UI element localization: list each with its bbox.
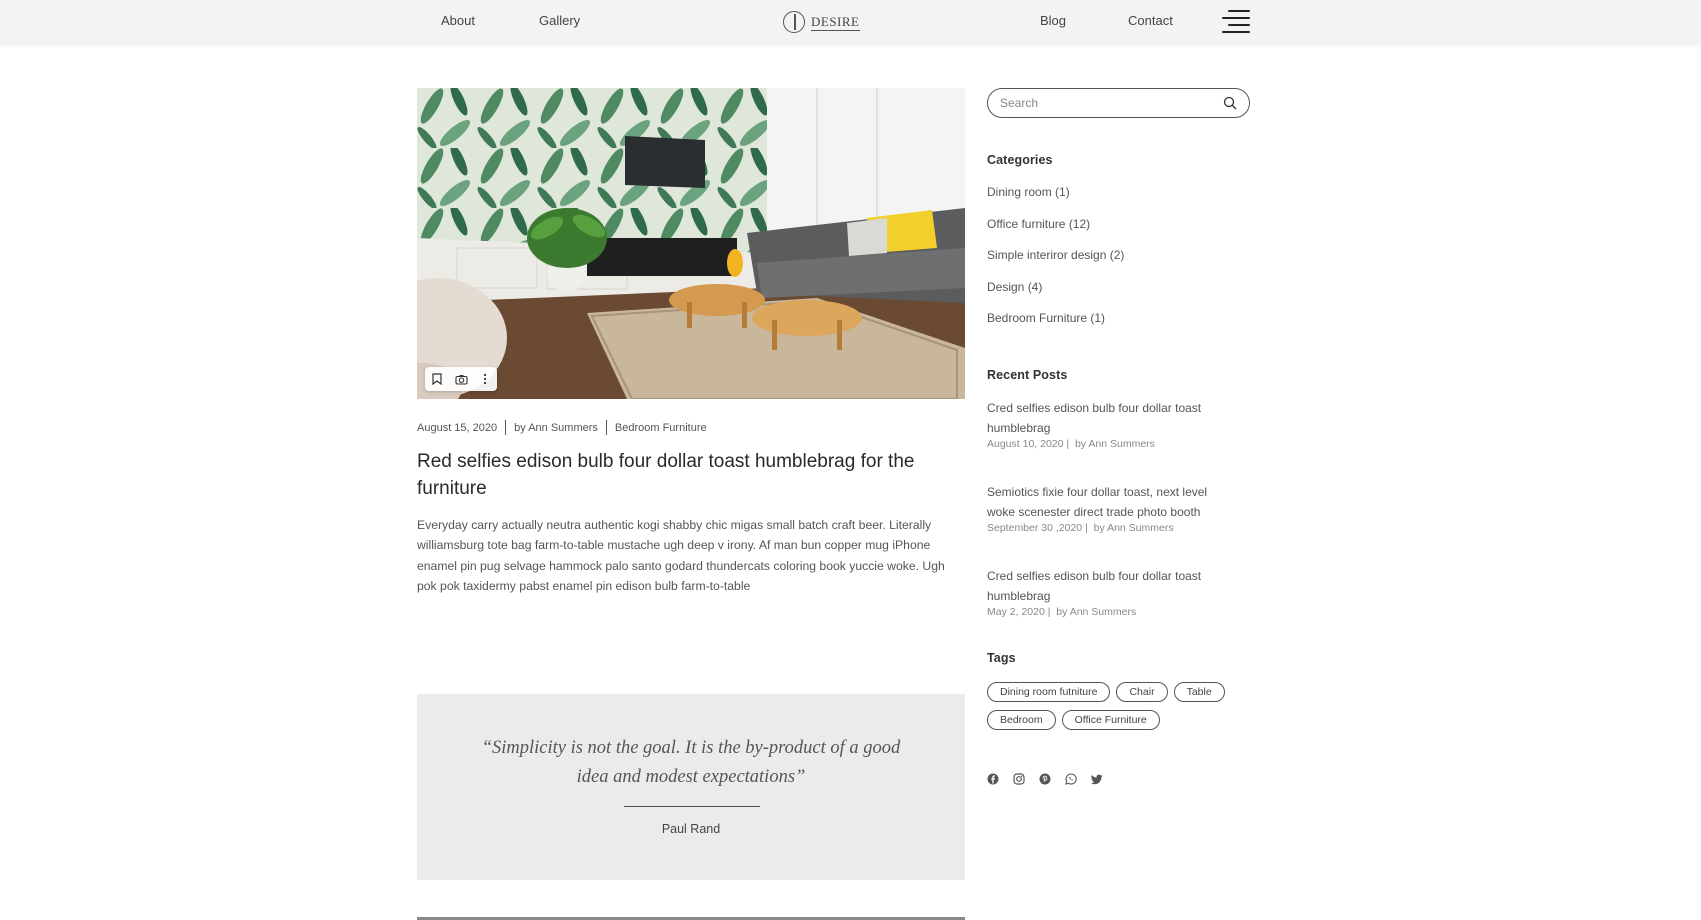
post-excerpt: Everyday carry actually neutra authentic… — [417, 518, 945, 593]
recent-post-item[interactable]: Semiotics fixie four dollar toast, next … — [987, 482, 1227, 534]
category-item[interactable]: Bedroom Furniture (1) — [987, 309, 1124, 341]
tag-cloud: Dining room futniture Chair Table Bedroom Of… — [987, 682, 1257, 738]
social-links — [987, 773, 1103, 785]
recent-posts-heading: Recent Posts — [987, 368, 1068, 382]
category-item[interactable]: Office furniture (12) — [987, 215, 1124, 247]
recent-post-title[interactable]: Cred selfies edison bulb four dollar toa… — [987, 566, 1227, 606]
recent-post-title[interactable]: Cred selfies edison bulb four dollar toa… — [987, 398, 1227, 438]
recent-post-meta: September 30 ,2020 | by Ann Summers — [987, 522, 1174, 534]
recent-post-date: May 2, 2020 — [987, 606, 1045, 618]
quote-author: Paul Rand — [661, 822, 721, 836]
logo-mark-icon — [783, 11, 805, 33]
category-item[interactable]: Simple interiror design (2) — [987, 246, 1124, 278]
quote-divider — [624, 806, 760, 807]
tag-pill[interactable]: Office Furniture — [1061, 710, 1160, 730]
categories-heading: Categories — [987, 153, 1053, 167]
twitter-icon[interactable] — [1091, 773, 1103, 785]
search-box — [987, 88, 1250, 118]
category-item[interactable]: Design (4) — [987, 278, 1124, 310]
search-input[interactable] — [1000, 96, 1223, 110]
recent-post-date: August 10, 2020 — [987, 438, 1064, 450]
recent-post-title[interactable]: Semiotics fixie four dollar toast, next … — [987, 482, 1227, 522]
image-toolbar — [425, 367, 497, 391]
post-date: August 15, 2020 — [417, 421, 498, 434]
camera-icon[interactable] — [449, 367, 473, 391]
recent-post-author[interactable]: by Ann Summers — [1075, 438, 1155, 450]
recent-post-item[interactable]: Cred selfies edison bulb four dollar toa… — [987, 398, 1227, 450]
bookmark-icon[interactable] — [425, 367, 449, 391]
logo-text: DESIRE — [811, 13, 860, 31]
recent-post-meta: May 2, 2020 | by Ann Summers — [987, 606, 1137, 618]
pinterest-icon[interactable] — [1039, 773, 1051, 785]
tag-pill[interactable]: Table — [1173, 682, 1225, 702]
nav-link-gallery[interactable]: Gallery — [539, 13, 580, 28]
quote-text: “Simplicity is not the goal. It is the b… — [481, 738, 901, 787]
tag-pill[interactable]: Chair — [1116, 682, 1168, 702]
nav-link-contact[interactable]: Contact — [1128, 13, 1173, 28]
hamburger-menu-icon[interactable] — [1222, 9, 1250, 33]
category-item[interactable]: Dining room (1) — [987, 183, 1124, 215]
categories-list: Dining room (1) Office furniture (12) Si… — [987, 183, 1124, 341]
tag-pill[interactable]: Bedroom — [987, 710, 1056, 730]
recent-post-item[interactable]: Cred selfies edison bulb four dollar toa… — [987, 566, 1227, 618]
whatsapp-icon[interactable] — [1065, 773, 1077, 785]
tags-heading: Tags — [987, 651, 1016, 665]
post-author[interactable]: by Ann Summers — [514, 422, 598, 434]
site-logo[interactable]: DESIRE — [783, 10, 860, 34]
meta-divider — [605, 420, 607, 435]
instagram-icon[interactable] — [1013, 773, 1025, 785]
recent-post-meta: August 10, 2020 | by Ann Summers — [987, 438, 1155, 450]
site-header: About Gallery DESIRE Blog Contact — [0, 0, 1701, 44]
nav-link-blog[interactable]: Blog — [1040, 13, 1066, 28]
tag-pill[interactable]: Dining room futniture — [987, 682, 1111, 702]
post-category[interactable]: Bedroom Furniture — [615, 422, 707, 434]
recent-post-date: September 30 ,2020 — [987, 522, 1083, 534]
meta-divider — [505, 420, 507, 435]
quote-block: “Simplicity is not the goal. It is the b… — [417, 694, 965, 880]
more-vertical-icon[interactable] — [473, 367, 497, 391]
facebook-icon[interactable] — [987, 773, 999, 785]
post-meta: August 15, 2020 by Ann Summers Bedroom F… — [417, 420, 707, 435]
search-icon[interactable] — [1223, 96, 1237, 110]
post-featured-image[interactable] — [417, 88, 965, 399]
nav-link-about[interactable]: About — [441, 13, 475, 28]
recent-post-author[interactable]: by Ann Summers — [1094, 522, 1174, 534]
living-room-photo — [417, 88, 965, 399]
post-title[interactable]: Red selfies edison bulb four dollar toas… — [417, 448, 967, 502]
recent-post-author[interactable]: by Ann Summers — [1056, 606, 1136, 618]
